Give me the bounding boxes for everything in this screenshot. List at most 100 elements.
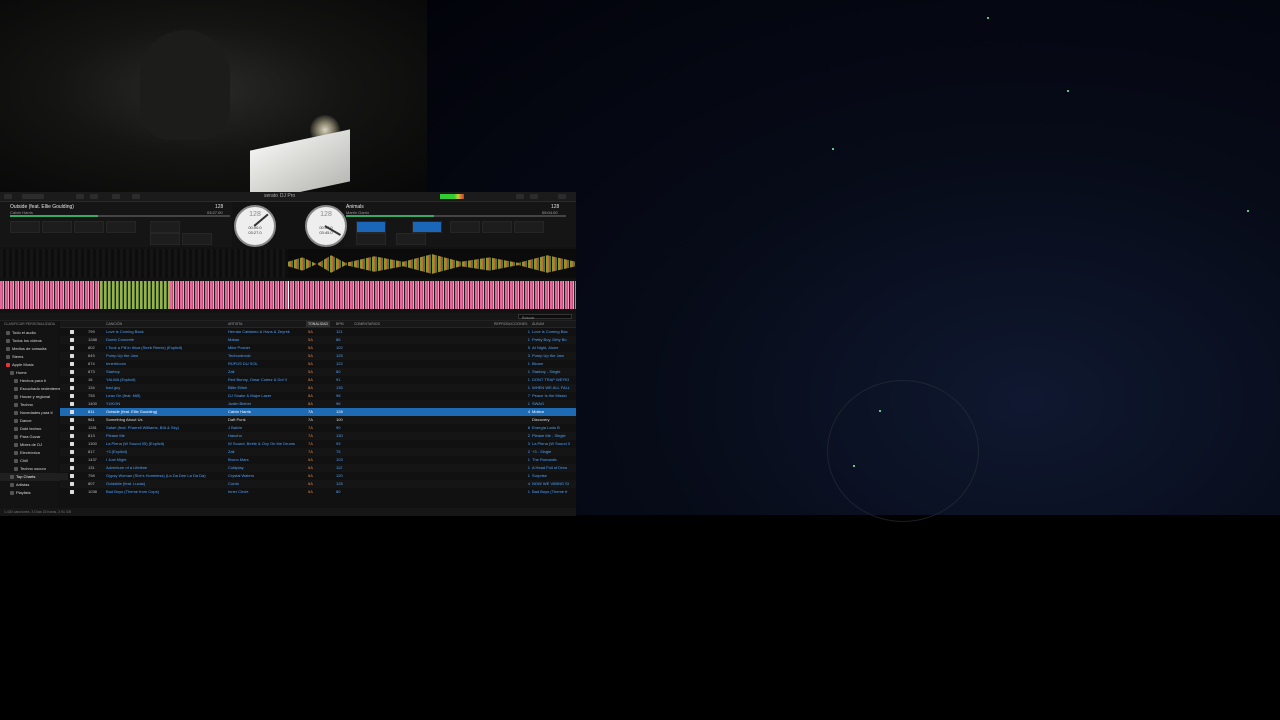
layout-selector[interactable] <box>22 194 44 199</box>
cell-song: La Plena (W Sound 05) (Explicit) <box>106 441 165 446</box>
table-row[interactable]: 1400 YUKON Justin Bieber 8A 96 1 SWAG <box>60 400 576 408</box>
col-artist[interactable]: ARTISTA <box>228 321 242 327</box>
table-row[interactable]: 802 I Took a Pill in Ibiza (Seeb Remix) (… <box>60 344 576 352</box>
mic-button[interactable] <box>132 194 140 199</box>
cell-bpm: 80 <box>336 489 341 494</box>
sidebar-item[interactable]: Playlists <box>0 489 68 497</box>
table-row[interactable]: 807 Ovidable (feat. Lucas) Cordo 6A 126 4 NOW … <box>60 480 576 488</box>
main-waveform[interactable] <box>0 281 576 309</box>
table-row[interactable]: 16 YALWA (Explicit) Red Bunny, Omar Cortez… <box>60 376 576 384</box>
cell-n: 961 <box>88 417 95 422</box>
table-row[interactable]: 961 Something About Us Daft Punk 7A 100 Disco… <box>60 416 576 424</box>
cell-bpm: 128 <box>336 409 343 414</box>
sidebar-item[interactable]: Medios de consulta <box>0 345 64 353</box>
table-row[interactable]: 813 Please Me Hancho 7A 130 2 Please Me - Sing… <box>60 432 576 440</box>
sidebar-item[interactable]: Todo el audio <box>0 329 64 337</box>
cue-pad[interactable] <box>482 221 512 233</box>
settings-gear-icon[interactable] <box>516 194 524 199</box>
fx-button[interactable] <box>90 194 98 199</box>
sidebar-item[interactable]: Top Charts <box>0 473 68 481</box>
master-level-meter <box>440 194 464 199</box>
deck-left-platter[interactable]: 128 00:00.0 03:27.0 <box>234 205 276 247</box>
col-key[interactable]: TONALIDAD <box>306 321 330 327</box>
cell-bpm: 102 <box>336 345 343 350</box>
close-icon[interactable] <box>558 194 566 199</box>
sidebar-item[interactable]: Todos los vídeos <box>0 337 64 345</box>
cell-bpm: 121 <box>336 329 343 334</box>
cell-bpm: 103 <box>336 457 343 462</box>
cell-artist: Cordo <box>228 481 239 486</box>
cue-pad[interactable] <box>74 221 104 233</box>
cell-album: Pretty Boy, Dirty Bo <box>532 337 567 342</box>
search-input[interactable]: Buscar <box>518 314 572 320</box>
sidebar-item[interactable]: Home <box>0 369 68 377</box>
cue-pad[interactable] <box>106 221 136 233</box>
cell-plays: 4 <box>527 481 530 486</box>
table-row[interactable]: 799 Love is Coming Back Hernán Cattáneo & … <box>60 328 576 336</box>
table-row[interactable]: 1038 Bad Boys (Theme from Cops) Inner Circ… <box>60 488 576 496</box>
cell-album: SWAG <box>532 401 545 406</box>
cell-artist: Billie Eilish <box>228 385 248 390</box>
account-icon[interactable] <box>530 194 538 199</box>
cue-pad[interactable] <box>450 221 480 233</box>
loop-pad[interactable] <box>356 233 386 245</box>
table-row[interactable]: 798 Gypsy Woman (She's Homeless) (La Da D… <box>60 472 576 480</box>
table-row[interactable]: 817 +3 (Explicit) Zali 7A 75 2 +3 - Single <box>60 448 576 456</box>
loop-pad[interactable] <box>150 233 180 245</box>
cell-song: Bad Boys (Theme from Cops) <box>106 489 159 494</box>
cell-artist: Hernán Cattáneo & Hans & Zeyrek <box>228 329 290 334</box>
cue-pad[interactable] <box>514 221 544 233</box>
cue-pad[interactable] <box>10 221 40 233</box>
cell-key: 6A <box>308 465 313 470</box>
col-song[interactable]: CANCIÓN <box>106 321 122 327</box>
loop-pad[interactable] <box>396 233 426 245</box>
cell-album: Bloom <box>532 361 544 366</box>
deck-right-cue-pads <box>346 221 566 245</box>
track-status-icon <box>70 450 74 454</box>
track-status-icon <box>70 458 74 462</box>
sidebar-item[interactable]: Apple Music <box>0 361 64 369</box>
table-row[interactable]: 873 Starboy Zali 5A 80 1 Starboy - Single <box>60 368 576 376</box>
home-icon <box>10 370 14 375</box>
loop-pad[interactable] <box>182 233 212 245</box>
col-plays[interactable]: REPRODUCCIONES <box>494 321 527 327</box>
deck-right-platter[interactable]: 128 00:57.003:45.0 <box>305 205 347 247</box>
cell-key: 6A <box>308 489 313 494</box>
table-row[interactable]: 1437 I Just Might Bruno Mars 6A 103 1 The Roma… <box>60 456 576 464</box>
overview-right <box>288 254 576 274</box>
track-status-icon <box>70 490 74 494</box>
menu-button[interactable] <box>4 194 12 199</box>
cell-artist: RÜFÜS DU SOL <box>228 361 258 366</box>
table-row[interactable]: 755 Lean On (feat. MØ) DJ Snake & Major La… <box>60 392 576 400</box>
table-row[interactable]: 1281 Safari (feat. Pharrell Williams, BIA… <box>60 424 576 432</box>
col-comment[interactable]: COMENTARIOS <box>354 321 380 327</box>
table-row[interactable]: 1300 La Plena (W Sound 05) (Explicit) W So… <box>60 440 576 448</box>
sidebar-item[interactable]: Artistas <box>0 481 68 489</box>
col-album[interactable]: ÁLBUM <box>532 321 544 327</box>
artist-icon <box>10 482 14 487</box>
table-row[interactable]: 874 Innerbloom RÜFÜS DU SOL 5A 122 1 Bloom <box>60 360 576 368</box>
sync-pad[interactable] <box>356 221 386 233</box>
table-row[interactable]: 131 Adventure of a Lifetime Coldplay 6A 112 1… <box>60 464 576 472</box>
cell-bpm: 122 <box>336 361 343 366</box>
sidebar-item[interactable]: Stems <box>0 353 64 361</box>
cell-n: 1437 <box>88 457 97 462</box>
table-row[interactable]: 134 bad guy Billie Eilish 8A 135 1 WHEN WE ALL… <box>60 384 576 392</box>
record-button[interactable] <box>76 194 84 199</box>
cue-pad[interactable] <box>42 221 72 233</box>
webcam-overlay <box>0 0 427 192</box>
crate-icon <box>14 458 18 463</box>
table-row[interactable]: 1288 Dumb Concrete Malaa 5A 86 1 Pretty Boy, D… <box>60 336 576 344</box>
crate-icon <box>14 466 18 471</box>
table-row[interactable]: 649 Pump Up the Jam Technotronic 5A 125 3 Pump… <box>60 352 576 360</box>
table-row[interactable]: 811 Outside (feat. Ellie Goulding) Calvin … <box>60 408 576 416</box>
loop-pad[interactable] <box>150 221 180 233</box>
apple-music-icon <box>6 362 10 367</box>
cell-plays: 1 <box>527 361 530 366</box>
track-overview[interactable] <box>0 249 576 278</box>
cell-key: 5A <box>308 337 313 342</box>
col-bpm[interactable]: BPM <box>336 321 344 327</box>
cell-song: Something About Us <box>106 417 143 422</box>
play-pad[interactable] <box>412 221 442 233</box>
sampler-button[interactable] <box>112 194 120 199</box>
